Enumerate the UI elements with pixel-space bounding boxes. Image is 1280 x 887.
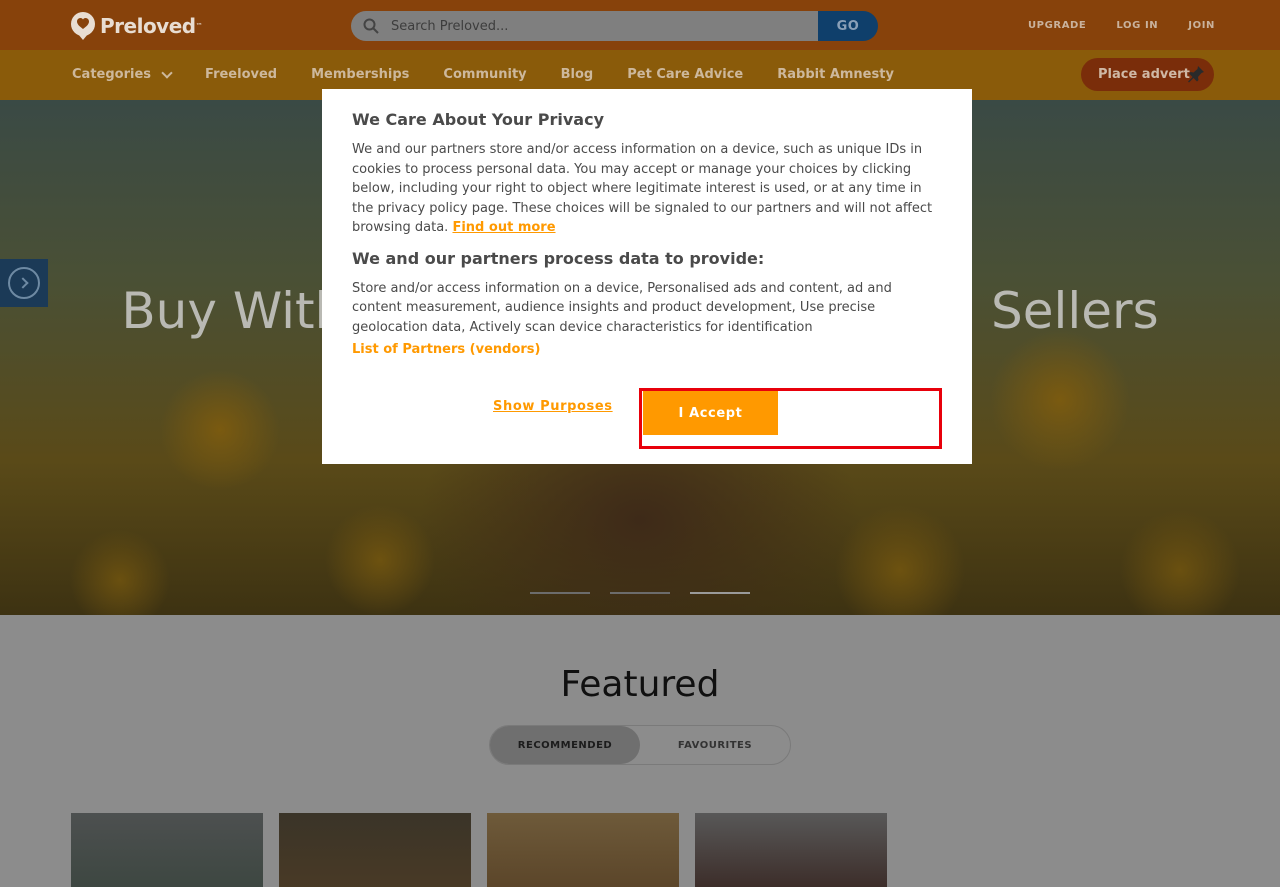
search-go-button[interactable]: GO bbox=[818, 11, 878, 41]
nav-item-community[interactable]: Community bbox=[443, 67, 526, 82]
logo-trademark: ™ bbox=[195, 22, 203, 30]
nav-item-rabbit-amnesty[interactable]: Rabbit Amnesty bbox=[777, 67, 894, 82]
nav-items: Categories Freeloved Memberships Communi… bbox=[72, 66, 928, 82]
accept-button[interactable]: I Accept bbox=[643, 391, 778, 435]
dialog-subtitle: We and our partners process data to prov… bbox=[352, 248, 765, 268]
upgrade-link[interactable]: UPGRADE bbox=[1028, 20, 1086, 31]
account-links: UPGRADE LOG IN JOIN bbox=[1028, 20, 1215, 31]
listing-card[interactable] bbox=[695, 813, 887, 887]
featured-section: Featured RECOMMENDED FAVOURITES bbox=[0, 615, 1280, 887]
place-advert-button[interactable]: Place advert bbox=[1081, 58, 1214, 91]
nav-item-categories[interactable]: Categories bbox=[72, 66, 173, 82]
nav-item-memberships[interactable]: Memberships bbox=[311, 67, 409, 82]
show-purposes-link[interactable]: Show Purposes bbox=[493, 399, 613, 414]
purposes-text: Store and/or access information on a dev… bbox=[352, 280, 892, 335]
privacy-consent-dialog: We Care About Your Privacy We and our pa… bbox=[322, 89, 972, 464]
nav-item-label: Categories bbox=[72, 67, 152, 82]
carousel-indicators bbox=[530, 592, 750, 594]
logo-text: Preloved bbox=[100, 14, 196, 38]
heart-pin-icon bbox=[71, 12, 95, 40]
featured-title: Featured bbox=[560, 664, 720, 705]
carousel-dot-3[interactable] bbox=[690, 592, 750, 594]
login-link[interactable]: LOG IN bbox=[1116, 20, 1158, 31]
nav-item-pet-care-advice[interactable]: Pet Care Advice bbox=[627, 67, 743, 82]
place-advert-label: Place advert bbox=[1098, 67, 1190, 82]
join-link[interactable]: JOIN bbox=[1188, 20, 1215, 31]
listing-card[interactable] bbox=[279, 813, 471, 887]
chevron-right-icon bbox=[8, 267, 40, 299]
carousel-next-button[interactable] bbox=[0, 259, 48, 307]
listing-card[interactable] bbox=[71, 813, 263, 887]
chevron-down-icon bbox=[161, 66, 173, 79]
carousel-dot-1[interactable] bbox=[530, 592, 590, 594]
dialog-body: We and our partners store and/or access … bbox=[352, 140, 942, 238]
dialog-body-text: We and our partners store and/or access … bbox=[352, 142, 933, 235]
listing-card[interactable] bbox=[487, 813, 679, 887]
carousel-dot-2[interactable] bbox=[610, 592, 670, 594]
tab-favourites[interactable]: FAVOURITES bbox=[640, 726, 790, 764]
dialog-title: We Care About Your Privacy bbox=[352, 110, 604, 129]
tab-recommended[interactable]: RECOMMENDED bbox=[490, 726, 640, 764]
search-icon bbox=[363, 18, 379, 34]
nav-item-blog[interactable]: Blog bbox=[561, 67, 594, 82]
find-out-more-link[interactable]: Find out more bbox=[452, 220, 555, 235]
logo[interactable]: Preloved ™ bbox=[70, 12, 203, 40]
featured-tabs: RECOMMENDED FAVOURITES bbox=[489, 725, 791, 765]
partners-list-link[interactable]: List of Partners (vendors) bbox=[352, 342, 942, 357]
pushpin-icon bbox=[1188, 66, 1204, 83]
search-bar: GO bbox=[351, 11, 878, 41]
search-input[interactable] bbox=[351, 11, 819, 41]
nav-item-freeloved[interactable]: Freeloved bbox=[205, 67, 277, 82]
top-header: Preloved ™ GO UPGRADE LOG IN JOIN bbox=[0, 0, 1280, 50]
featured-cards bbox=[71, 813, 887, 887]
